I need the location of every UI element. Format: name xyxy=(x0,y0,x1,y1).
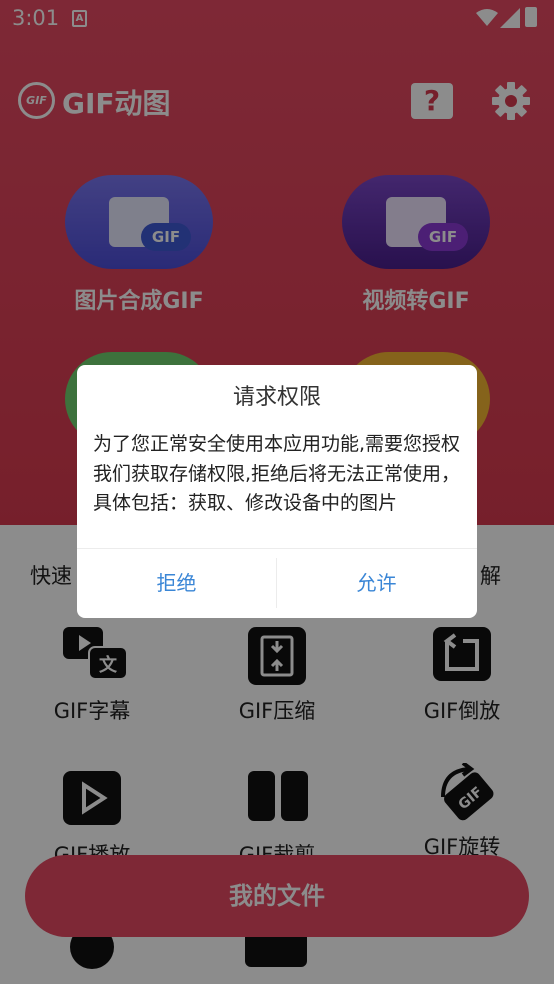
permission-dialog: 请求权限 为了您正常安全使用本应用功能,需要您授权我们获取存储权限,拒绝后将无法… xyxy=(77,365,477,618)
dialog-message: 为了您正常安全使用本应用功能,需要您授权我们获取存储权限,拒绝后将无法正常使用，… xyxy=(93,433,461,514)
allow-button[interactable]: 允许 xyxy=(277,549,476,618)
screen: 3:01 A GIF GIF动图 ? GIF 图片合成GIF GIF 视频转GI… xyxy=(0,0,554,984)
deny-button[interactable]: 拒绝 xyxy=(77,549,276,618)
dialog-title: 请求权限 xyxy=(232,385,321,410)
